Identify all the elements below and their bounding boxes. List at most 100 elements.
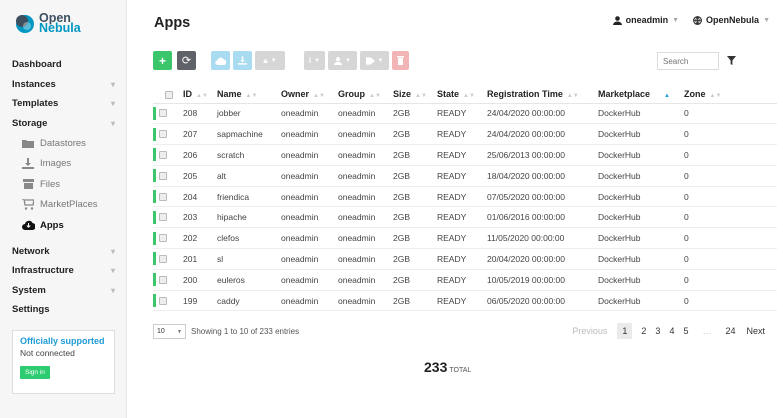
logo-text-line2: Nebula	[39, 21, 81, 35]
page-size-select[interactable]: 10 ▼	[153, 324, 186, 339]
info-dropdown-button[interactable]: i ▼	[304, 51, 325, 70]
row-checkbox[interactable]	[159, 109, 167, 118]
sort-icon: ▲▼	[313, 93, 325, 100]
owner-dropdown-button[interactable]: ▼	[328, 51, 357, 70]
sign-in-button[interactable]: Sign in	[20, 366, 50, 379]
delete-button[interactable]	[392, 51, 409, 70]
cell-id: 201	[183, 248, 217, 270]
page-button-24[interactable]: 24	[725, 326, 735, 336]
sort-icon: ▲▼	[196, 93, 208, 100]
opennebula-logo[interactable]: Open Nebula	[14, 12, 81, 34]
row-checkbox[interactable]	[159, 213, 167, 222]
table-row[interactable]: 202 clefos oneadmin oneadmin 2GB READY 11/05/2…	[153, 227, 777, 250]
state-indicator	[153, 252, 156, 266]
sort-ascending-icon: ▲	[664, 93, 670, 100]
export-to-cloud-button[interactable]	[211, 51, 230, 70]
zone-menu[interactable]: OpenNebula ▼	[693, 15, 770, 25]
sidebar-item-apps[interactable]: Apps	[0, 215, 127, 236]
row-checkbox[interactable]	[159, 234, 167, 243]
column-header-size[interactable]: Size ▲▼	[393, 86, 437, 104]
column-header-group[interactable]: Group ▲▼	[338, 86, 393, 104]
cell-group: oneadmin	[338, 103, 393, 125]
column-header-registration-time[interactable]: Registration Time ▲▼	[487, 86, 598, 104]
refresh-button[interactable]: ⟳	[177, 51, 196, 70]
lock-dropdown-button[interactable]: 🔒︎ ▼	[255, 51, 285, 70]
sidebar-item-settings[interactable]: Settings	[0, 300, 127, 320]
cell-registration-time: 11/05/2020 00:00:00	[487, 227, 598, 250]
support-panel: Officially supported Not connected Sign …	[12, 330, 115, 394]
table-row[interactable]: 203 hipache oneadmin oneadmin 2GB READY 01/06/…	[153, 206, 777, 229]
column-header-zone[interactable]: Zone ▲▼	[684, 86, 777, 104]
page-button-3[interactable]: 3	[655, 326, 660, 336]
state-indicator	[153, 294, 156, 308]
sidebar-item-label: Files	[40, 178, 61, 190]
page-button-2[interactable]: 2	[641, 326, 646, 336]
select-all-header[interactable]	[153, 86, 183, 104]
column-header-id[interactable]: ID ▲▼	[183, 86, 217, 104]
row-checkbox[interactable]	[159, 296, 167, 305]
topbar: oneadmin ▼ OpenNebula ▼	[599, 15, 770, 25]
sidebar-item-network[interactable]: Network ▾	[0, 242, 127, 262]
chevron-down-icon: ▼	[345, 57, 351, 64]
cell-name: jobber	[217, 103, 281, 125]
previous-page-button[interactable]: Previous	[572, 326, 607, 336]
row-select-cell	[153, 206, 183, 229]
table-row[interactable]: 199 caddy oneadmin oneadmin 2GB READY 06/05/20…	[153, 290, 777, 312]
column-header-owner[interactable]: Owner ▲▼	[281, 86, 338, 104]
sidebar-item-dashboard[interactable]: Dashboard	[0, 55, 127, 75]
sidebar-item-files[interactable]: Files	[0, 174, 127, 195]
table-row[interactable]: 205 alt oneadmin oneadmin 2GB READY 18/04/2020…	[153, 165, 777, 187]
create-button[interactable]: +	[153, 51, 172, 70]
table-row[interactable]: 207 sapmachine oneadmin oneadmin 2GB READY 24/…	[153, 123, 777, 146]
column-label: Group	[338, 89, 365, 100]
table-row[interactable]: 206 scratch oneadmin oneadmin 2GB READY 25/06/…	[153, 144, 777, 166]
page-button-4[interactable]: 4	[669, 326, 674, 336]
cell-registration-time: 18/04/2020 00:00:00	[487, 165, 598, 187]
table-row[interactable]: 200 euleros oneadmin oneadmin 2GB READY 10/05/…	[153, 269, 777, 291]
row-checkbox[interactable]	[159, 171, 167, 180]
table-row[interactable]: 208 jobber oneadmin oneadmin 2GB READY 24/04/2…	[153, 103, 777, 125]
select-all-checkbox[interactable]	[165, 90, 173, 99]
labels-dropdown-button[interactable]: ▼	[360, 51, 389, 70]
state-indicator	[153, 273, 156, 287]
sidebar-item-system[interactable]: System ▾	[0, 281, 127, 301]
sidebar-item-datastores[interactable]: Datastores	[0, 133, 127, 154]
cell-name: sl	[217, 248, 281, 270]
cell-size: 2GB	[393, 144, 437, 166]
cell-owner: oneadmin	[281, 144, 338, 166]
sidebar-item-label: System	[12, 284, 46, 296]
search-input[interactable]	[657, 52, 719, 70]
sidebar-item-instances[interactable]: Instances ▾	[0, 75, 127, 95]
cell-zone: 0	[684, 103, 777, 125]
cell-group: oneadmin	[338, 123, 393, 146]
column-header-name[interactable]: Name ▲▼	[217, 86, 281, 104]
page-button-5[interactable]: 5	[683, 326, 688, 336]
row-checkbox[interactable]	[159, 192, 167, 201]
chevron-down-icon: ▾	[110, 285, 115, 295]
row-select-cell	[153, 186, 183, 208]
filter-icon[interactable]	[727, 56, 736, 65]
cell-owner: oneadmin	[281, 269, 338, 291]
column-header-state[interactable]: State ▲▼	[437, 86, 487, 104]
download-button[interactable]	[233, 51, 252, 70]
row-checkbox[interactable]	[159, 150, 167, 159]
sidebar-item-infrastructure[interactable]: Infrastructure ▾	[0, 261, 127, 281]
cell-owner: oneadmin	[281, 248, 338, 270]
table-row[interactable]: 204 friendica oneadmin oneadmin 2GB READY 07/0…	[153, 186, 777, 208]
sidebar-item-templates[interactable]: Templates ▾	[0, 94, 127, 114]
user-menu[interactable]: oneadmin ▼	[612, 15, 679, 25]
row-checkbox[interactable]	[159, 130, 167, 139]
column-header-marketplace[interactable]: Marketplace ▲	[598, 86, 684, 104]
row-checkbox[interactable]	[159, 275, 167, 284]
sidebar-item-storage[interactable]: Storage ▾	[0, 114, 127, 134]
next-page-button[interactable]: Next	[746, 326, 765, 336]
page-button-1[interactable]: 1	[617, 323, 633, 339]
cell-name: sapmachine	[217, 123, 281, 146]
sidebar-item-images[interactable]: Images	[0, 154, 127, 175]
row-checkbox[interactable]	[159, 254, 167, 263]
row-select-cell	[153, 123, 183, 146]
cell-registration-time: 06/05/2020 00:00:00	[487, 290, 598, 312]
table-row[interactable]: 201 sl oneadmin oneadmin 2GB READY 20/04/2020 …	[153, 248, 777, 270]
total-number: 233	[424, 359, 448, 375]
sidebar-item-marketplaces[interactable]: MarketPlaces	[0, 195, 127, 216]
